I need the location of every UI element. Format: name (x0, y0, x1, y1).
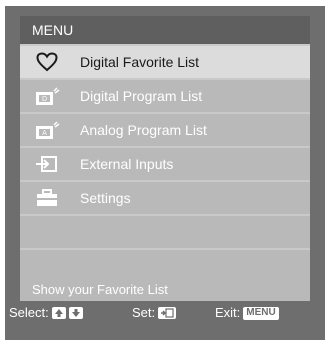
menu-key: MENU (243, 306, 279, 320)
exit-hint: Exit: MENU (215, 302, 279, 324)
help-area: Show your Favorite List (20, 250, 310, 301)
menu-list: Digital Favorite List D Digital Program … (20, 46, 310, 250)
menu-item-settings[interactable]: Settings (20, 182, 310, 214)
select-hint: Select: (9, 302, 83, 324)
menu-panel: MENU Digital Favorite List D Digital Pro… (20, 16, 310, 301)
set-key-icon (158, 307, 177, 319)
analog-tv-icon: A (32, 116, 62, 144)
menu-header: MENU (20, 16, 310, 44)
menu-item-analog-program-list[interactable]: A Analog Program List (20, 114, 310, 146)
menu-frame: MENU Digital Favorite List D Digital Pro… (5, 6, 325, 340)
select-label: Select: (9, 305, 49, 320)
set-label: Set: (132, 305, 156, 320)
menu-item-external-inputs[interactable]: External Inputs (20, 148, 310, 180)
down-arrow-icon (68, 307, 83, 319)
menu-item-label: External Inputs (80, 156, 174, 172)
toolbox-icon (32, 184, 62, 212)
footer-legend: Select: Set: Exit: MENU (5, 302, 329, 324)
menu-title: MENU (32, 22, 74, 38)
digital-tv-icon: D (32, 82, 62, 110)
set-hint: Set: (132, 302, 177, 324)
menu-item-digital-favorite-list[interactable]: Digital Favorite List (20, 46, 310, 78)
empty-row (20, 216, 310, 248)
input-icon (32, 150, 62, 178)
svg-text:D: D (42, 96, 47, 103)
help-text: Show your Favorite List (32, 282, 168, 297)
menu-item-digital-program-list[interactable]: D Digital Program List (20, 80, 310, 112)
menu-item-label: Settings (80, 190, 131, 206)
svg-text:A: A (42, 130, 47, 137)
exit-label: Exit: (215, 305, 241, 320)
menu-item-label: Digital Program List (80, 88, 203, 104)
heart-icon (32, 48, 62, 76)
up-arrow-icon (51, 307, 66, 319)
menu-item-label: Analog Program List (80, 122, 207, 138)
menu-item-label: Digital Favorite List (80, 54, 200, 70)
